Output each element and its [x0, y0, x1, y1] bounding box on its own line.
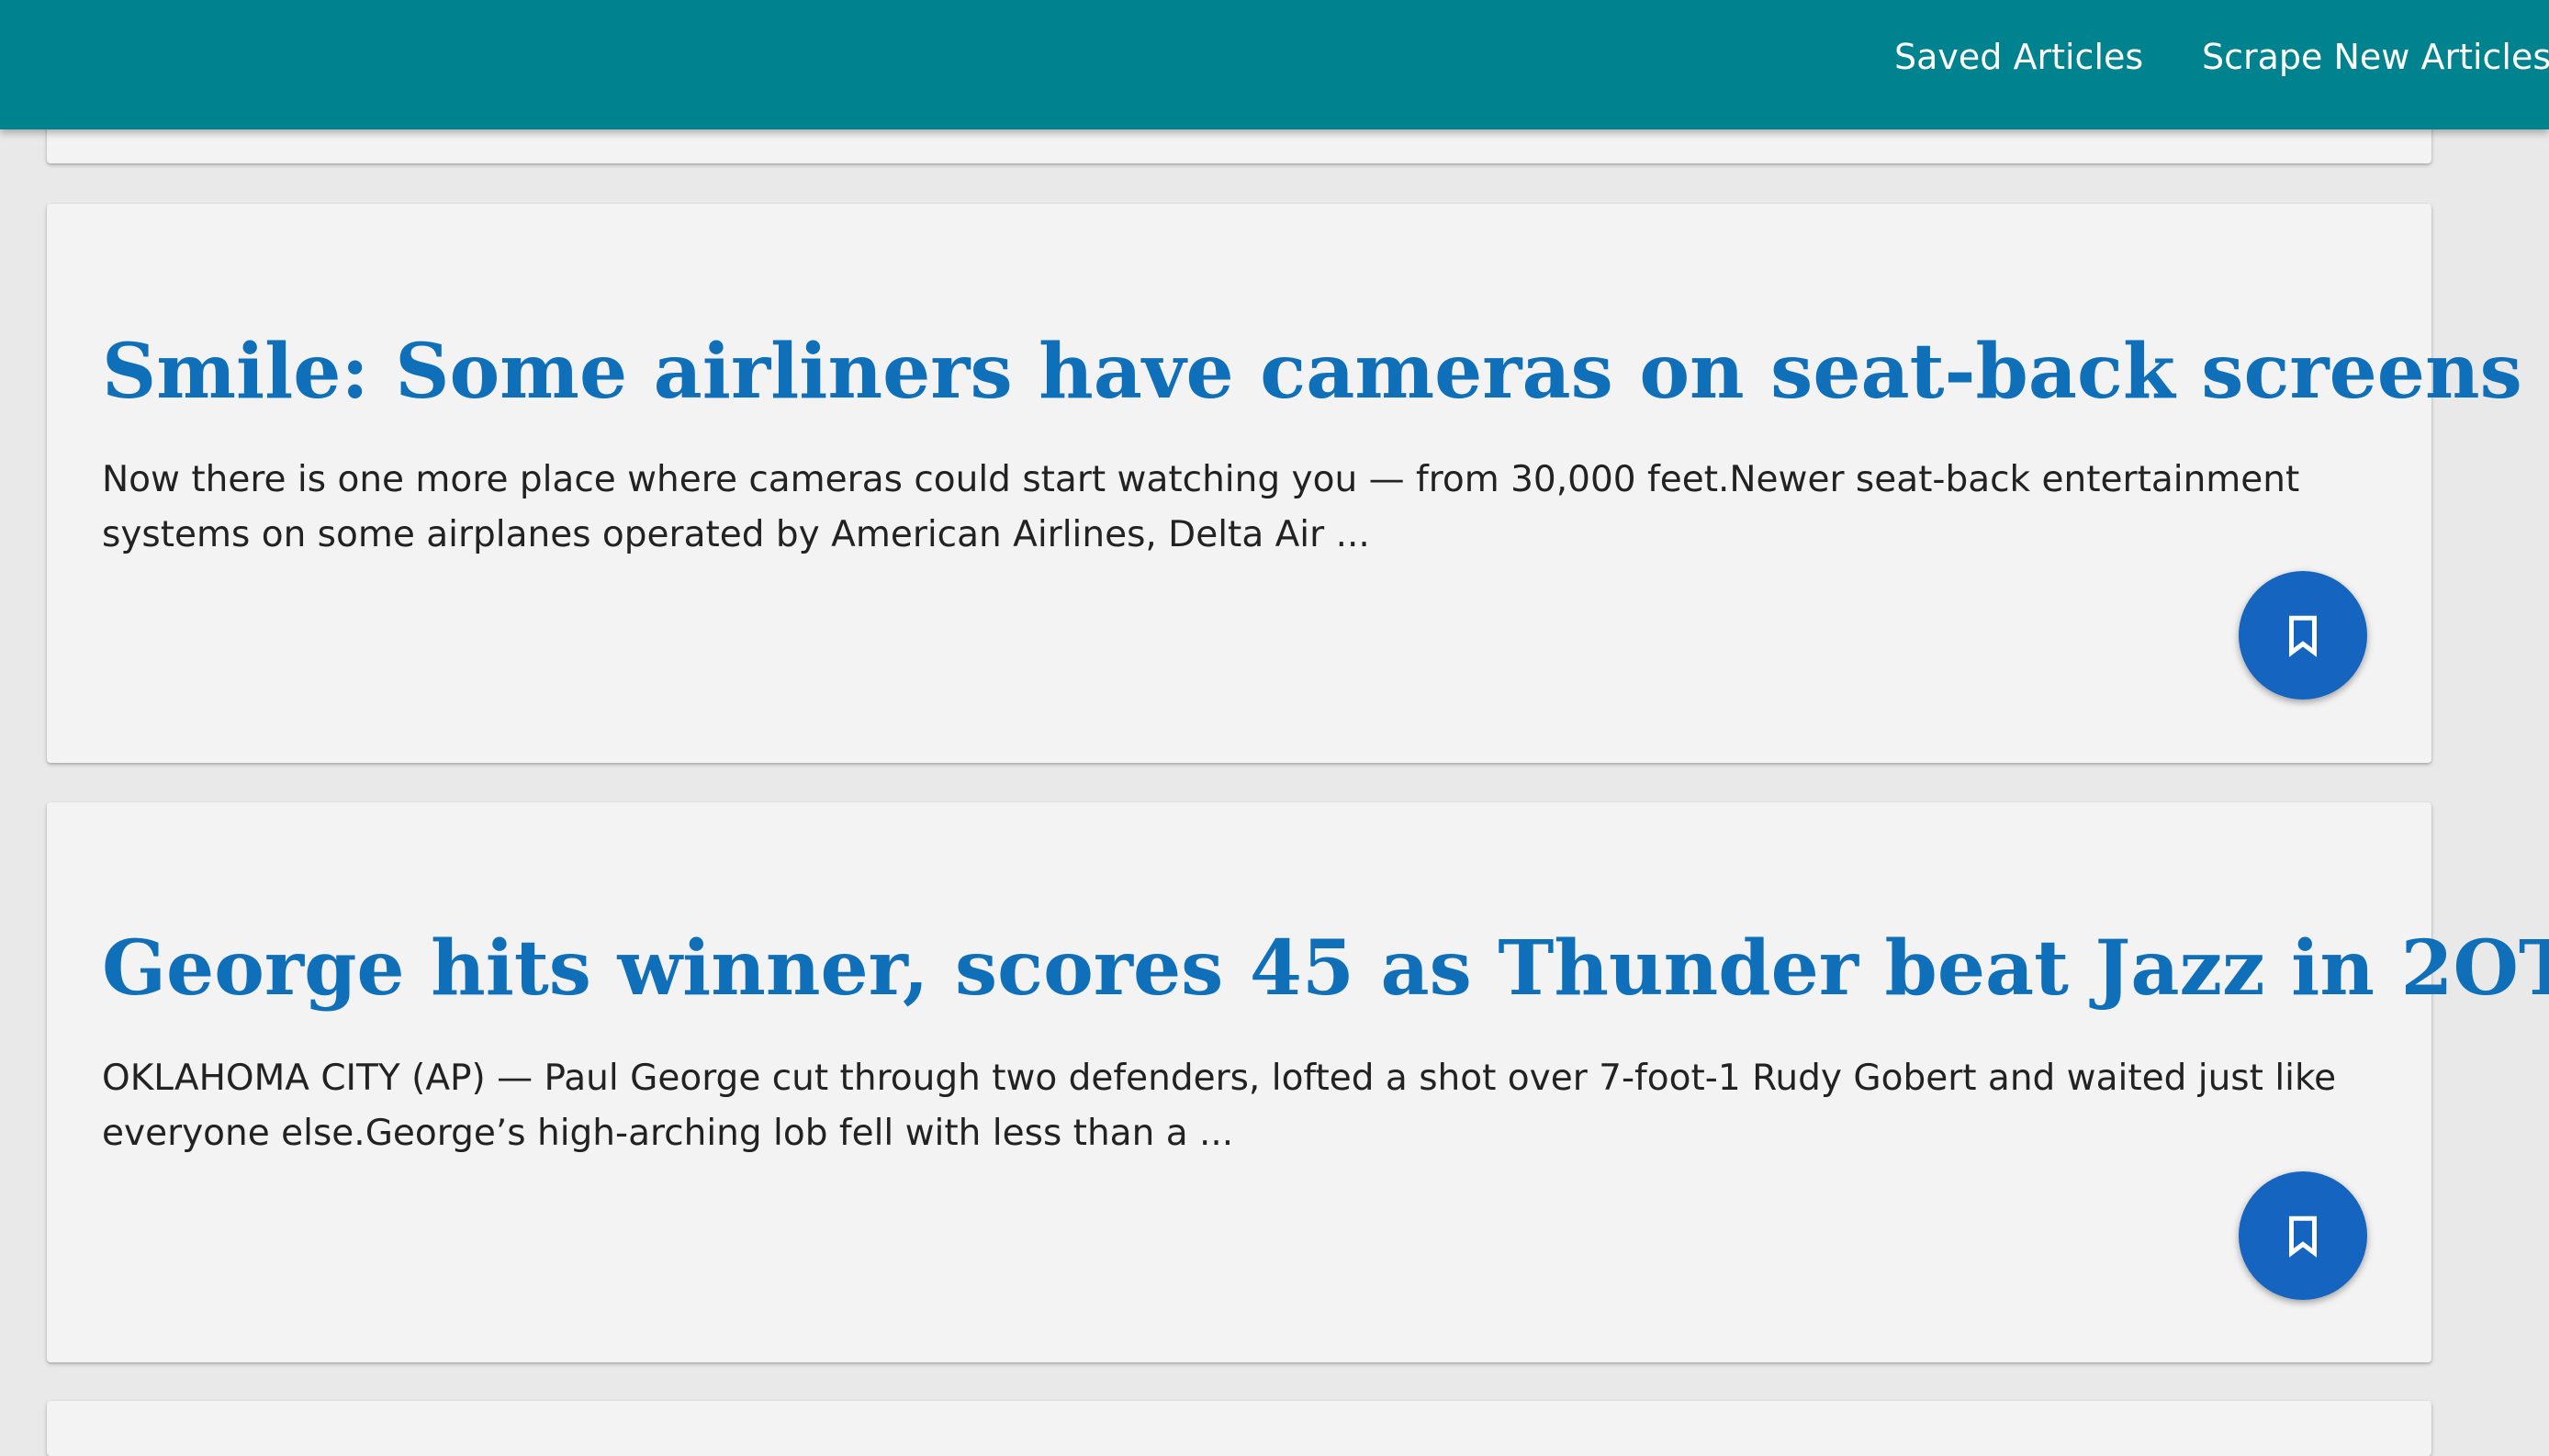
bookmark-icon [2289, 615, 2317, 657]
scrape-new-articles-link[interactable]: Scrape New Articles [2202, 0, 2549, 115]
article-summary: OKLAHOMA CITY (AP) — Paul George cut thr… [102, 1058, 2337, 1154]
article-card: George hits winner, scores 45 as Thunder… [47, 802, 2549, 1362]
top-navbar: Saved Articles Scrape New Articles [0, 0, 2549, 129]
bookmark-icon [2289, 1215, 2317, 1258]
article-card: Smile: Some airliners have cameras on se… [47, 204, 2522, 763]
article-title[interactable]: Smile: Some airliners have cameras on se… [102, 321, 2522, 422]
article-card-partial [47, 1401, 2431, 1456]
article-summary: Now there is one more place where camera… [102, 459, 2300, 555]
saved-articles-link[interactable]: Saved Articles [1894, 0, 2143, 115]
save-article-button[interactable] [2239, 571, 2367, 700]
article-title[interactable]: George hits winner, scores 45 as Thunder… [102, 918, 2549, 1019]
save-article-button[interactable] [2239, 1171, 2367, 1300]
